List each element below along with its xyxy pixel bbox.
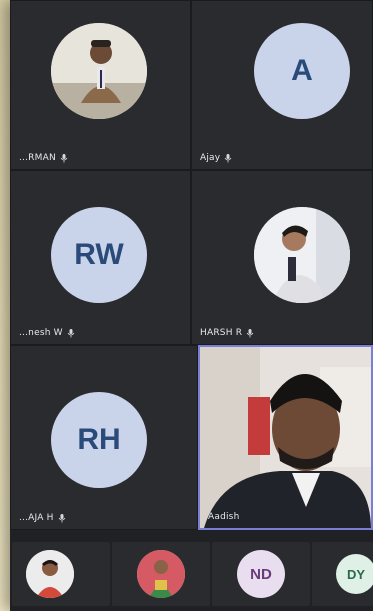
participant-photo-avatar [137,550,185,598]
person-photo-icon [51,23,147,119]
mic-icon [67,328,75,338]
participant-name: Ajay [200,153,232,163]
mic-icon [58,513,66,523]
mic-icon [246,328,254,338]
person-photo-icon [137,550,185,598]
participant-name: ...nesh W [19,328,75,338]
avatar-initials: RW [74,238,124,271]
video-feed [200,347,371,528]
meeting-window: ...RMAN A Ajay RW ...nesh W HARSH R RH .… [10,0,373,611]
participant-name: ...RMAN [19,153,68,163]
participant-photo-avatar [51,23,147,119]
participant-tile[interactable]: A Ajay [191,0,373,170]
avatar-initials: A [291,54,313,87]
person-photo-icon [26,550,74,598]
avatar-initials: RH [77,423,121,456]
participant-photo-avatar [26,550,74,598]
participant-photo-avatar [254,207,350,303]
participant-video-tile[interactable]: Aadish [198,345,373,530]
strip-participant[interactable]: DY [312,542,373,606]
participant-name: Aadish [208,512,240,522]
participant-grid: ...RMAN A Ajay RW ...nesh W HARSH R RH .… [10,0,373,530]
participant-tile[interactable]: HARSH R [191,170,373,345]
mic-icon [224,153,232,163]
participant-initials-avatar: ND [237,550,285,598]
participant-initials-avatar: A [254,23,350,119]
strip-participant[interactable] [112,542,210,606]
participant-initials-avatar: DY [336,554,373,594]
mic-icon [60,153,68,163]
participant-tile[interactable]: RW ...nesh W [10,170,191,345]
participant-tile[interactable]: ...RMAN [10,0,191,170]
participant-name: ...AJA H [19,513,66,523]
participant-initials-avatar: RW [51,207,147,303]
participant-initials-avatar: RH [51,392,147,488]
participant-name: HARSH R [200,328,254,338]
participant-strip: ND DY [10,530,373,611]
person-photo-icon [254,207,350,303]
participant-tile[interactable]: RH ...AJA H [10,345,198,530]
strip-participant[interactable] [12,542,110,606]
strip-participant[interactable]: ND [212,542,310,606]
avatar-initials: ND [250,565,272,583]
avatar-initials: DY [346,566,366,582]
